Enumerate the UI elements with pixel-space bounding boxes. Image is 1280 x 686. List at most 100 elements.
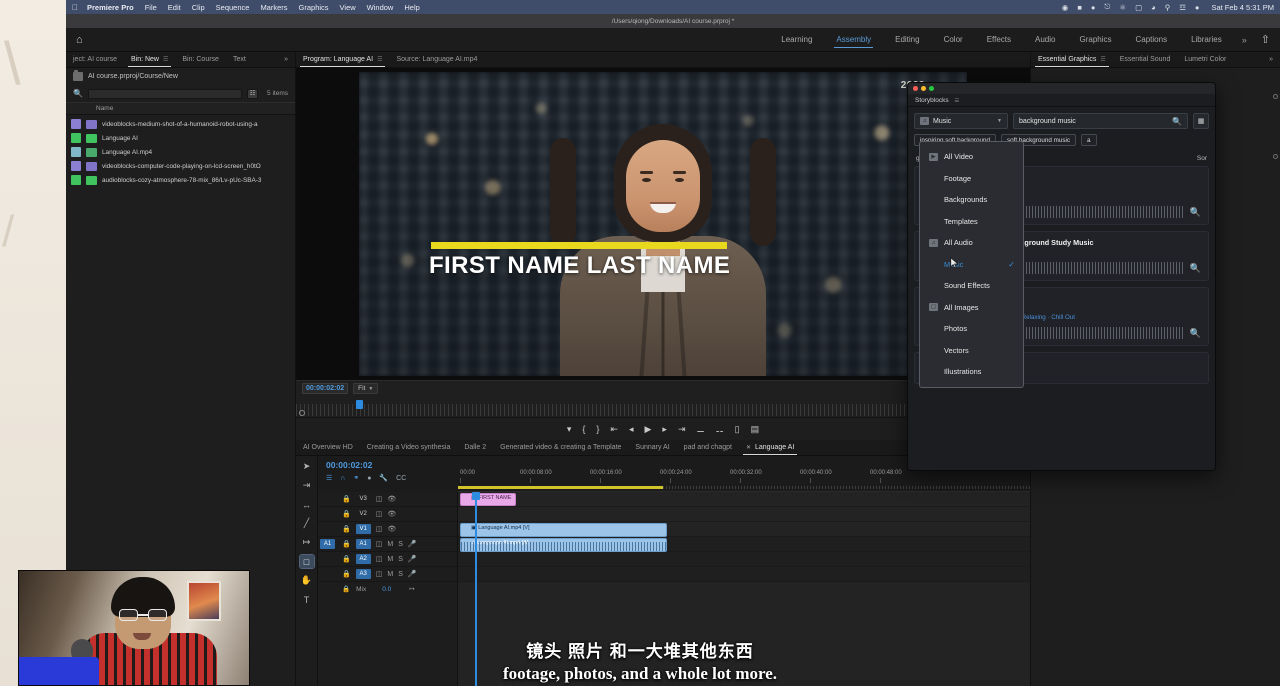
colorsync-icon[interactable]: ●: [1091, 3, 1096, 12]
panel-menu-icon[interactable]: ☰: [1100, 56, 1105, 63]
close-icon[interactable]: ✕: [746, 444, 751, 451]
lock-icon[interactable]: 🔒: [342, 555, 351, 563]
sequence-tab-dalle2[interactable]: Dalle 2: [457, 440, 493, 455]
sequence-tab-generated-video[interactable]: Generated video & creating a Template: [493, 440, 628, 455]
add-marker-icon[interactable]: ▾: [567, 424, 572, 435]
category-dropdown-menu[interactable]: ▶ All Video Footage Backgrounds Template…: [919, 141, 1024, 388]
menu-item-all-video[interactable]: ▶ All Video: [920, 146, 1023, 168]
filter-icon[interactable]: ☷: [247, 89, 258, 99]
sequence-tab-summary-ai[interactable]: Sunnary AI: [628, 440, 676, 455]
screen-record-icon[interactable]: ◉: [1062, 3, 1069, 12]
sync-lock-icon[interactable]: ◫: [376, 555, 383, 563]
solo-icon[interactable]: S: [398, 571, 403, 578]
menu-item-templates[interactable]: Templates: [920, 211, 1023, 233]
timeline-timecode[interactable]: 00:00:02:02: [326, 460, 452, 470]
solo-icon[interactable]: S: [398, 556, 403, 563]
magnifier-waveform-icon[interactable]: 🔍: [1190, 328, 1201, 339]
voice-over-icon[interactable]: 🎤: [408, 540, 417, 548]
wrench-icon[interactable]: 🔧: [379, 474, 388, 482]
list-item[interactable]: audioblocks-cozy-atmosphere-78-mix_86/Lv…: [66, 173, 295, 187]
timeline-clip-video[interactable]: ▣ Language AI.mp4 [V]: [460, 523, 667, 537]
home-icon[interactable]: ⌂: [76, 34, 83, 46]
tab-essential-graphics[interactable]: Essential Graphics ☰: [1031, 52, 1113, 67]
tab-program-monitor[interactable]: Program: Language AI ☰: [296, 52, 389, 67]
linked-selection-icon[interactable]: ⚭: [353, 474, 359, 482]
sync-lock-icon[interactable]: ◫: [376, 510, 383, 518]
menubar-clock[interactable]: Sat Feb 4 5:31 PM: [1211, 3, 1274, 12]
menu-item-markers[interactable]: Markers: [260, 3, 287, 12]
step-forward-icon[interactable]: ▸: [662, 424, 667, 435]
program-timecode[interactable]: 00:00:02:02: [302, 383, 348, 394]
sync-lock-icon[interactable]: ◫: [376, 495, 383, 503]
export-frame-icon[interactable]: ▯: [735, 424, 740, 435]
menu-item-sequence[interactable]: Sequence: [216, 3, 250, 12]
menu-item-edit[interactable]: Edit: [168, 3, 181, 12]
extract-icon[interactable]: ⚋: [716, 424, 724, 435]
headphones-icon[interactable]: ⎋: [1104, 2, 1110, 12]
lock-icon[interactable]: 🔒: [342, 495, 351, 503]
zoom-button[interactable]: [929, 86, 934, 91]
chip-partial[interactable]: a: [1081, 134, 1097, 146]
menu-item-window[interactable]: Window: [367, 3, 394, 12]
track-lane-v2[interactable]: [458, 507, 1030, 522]
sync-lock-icon[interactable]: ◫: [376, 525, 383, 533]
track-header-mix[interactable]: 🔒 Mix 0.0 ↦: [318, 582, 457, 596]
voice-over-icon[interactable]: 🎤: [408, 555, 417, 563]
track-lane-v3[interactable]: [458, 492, 1030, 507]
lock-icon[interactable]: 🔒: [342, 540, 351, 548]
sync-lock-icon[interactable]: ◫: [376, 570, 383, 578]
menu-item-premiere-pro[interactable]: Premiere Pro: [87, 3, 134, 12]
lock-icon[interactable]: 🔒: [342, 585, 350, 593]
storyblocks-panel-tab[interactable]: Storyblocks ☰: [915, 97, 959, 104]
eye-icon[interactable]: 👁: [387, 495, 396, 503]
panel-menu-icon[interactable]: ☰: [377, 56, 382, 63]
tab-essential-sound[interactable]: Essential Sound: [1113, 52, 1178, 67]
category-dropdown[interactable]: ♫ Music ▼: [914, 113, 1008, 129]
track-name-a2[interactable]: A2: [356, 554, 371, 564]
rectangle-tool-icon[interactable]: □: [300, 555, 314, 568]
add-marker-icon[interactable]: ●: [367, 475, 371, 482]
play-icon[interactable]: ▶: [645, 424, 652, 435]
magnifier-waveform-icon[interactable]: 🔍: [1190, 207, 1201, 218]
list-item[interactable]: Language AI.mp4: [66, 145, 295, 159]
menu-item-graphics[interactable]: Graphics: [299, 3, 329, 12]
menu-item-all-images[interactable]: ▢ All Images: [920, 297, 1023, 319]
tab-bin-course[interactable]: Bin: Course: [175, 52, 226, 67]
sequence-tab-creating-video[interactable]: Creating a Video synthesia: [360, 440, 458, 455]
menu-item-sound-effects[interactable]: Sound Effects: [920, 275, 1023, 297]
storyblocks-search-input[interactable]: background music 🔍: [1013, 113, 1188, 129]
close-button[interactable]: [913, 86, 918, 91]
scrubber-playhead[interactable]: [356, 400, 363, 409]
workspace-tab-effects[interactable]: Effects: [975, 31, 1023, 48]
right-tabs-overflow-icon[interactable]: »: [1262, 52, 1280, 67]
workspace-tab-audio[interactable]: Audio: [1023, 31, 1067, 48]
mark-in-icon[interactable]: {: [582, 424, 585, 434]
lock-icon[interactable]: 🔒: [342, 510, 351, 518]
spotlight-search-icon[interactable]: ⚲: [1165, 3, 1171, 12]
voice-over-icon[interactable]: 🎤: [408, 570, 417, 578]
lock-icon[interactable]: 🔒: [342, 570, 351, 578]
tab-bin-new[interactable]: Bin: New ☰: [124, 52, 175, 67]
menu-item-help[interactable]: Help: [404, 3, 419, 12]
track-select-forward-tool-icon[interactable]: ⇥: [300, 479, 314, 492]
lock-icon[interactable]: 🔒: [342, 525, 351, 533]
captions-icon[interactable]: CC: [396, 475, 406, 482]
insert-overwrite-icon[interactable]: ☰: [326, 474, 332, 482]
slip-tool-icon[interactable]: ↦: [300, 536, 314, 549]
track-name-v3[interactable]: V3: [356, 494, 371, 504]
panel-menu-icon[interactable]: ☰: [163, 56, 168, 63]
track-header-v2[interactable]: 🔒 V2 ◫ 👁: [318, 507, 457, 522]
mute-icon[interactable]: M: [387, 541, 393, 548]
magnifier-waveform-icon[interactable]: 🔍: [1190, 263, 1201, 274]
menu-item-clip[interactable]: Clip: [192, 3, 205, 12]
mix-meter-icon[interactable]: ↦: [409, 585, 414, 593]
mute-icon[interactable]: M: [387, 556, 393, 563]
battery-icon[interactable]: ■: [1077, 3, 1082, 12]
timeline-clip-graphic[interactable]: ▣ FIRST NAME: [460, 493, 516, 506]
search-icon[interactable]: 🔍: [1172, 117, 1182, 126]
list-item[interactable]: videoblocks-medium-shot-of-a-humanoid-ro…: [66, 117, 295, 131]
bluetooth-icon[interactable]: ⚛: [1119, 3, 1126, 12]
menu-item-all-audio[interactable]: ♫ All Audio: [920, 232, 1023, 254]
timeline-playhead[interactable]: [475, 492, 477, 686]
minimize-button[interactable]: [921, 86, 926, 91]
